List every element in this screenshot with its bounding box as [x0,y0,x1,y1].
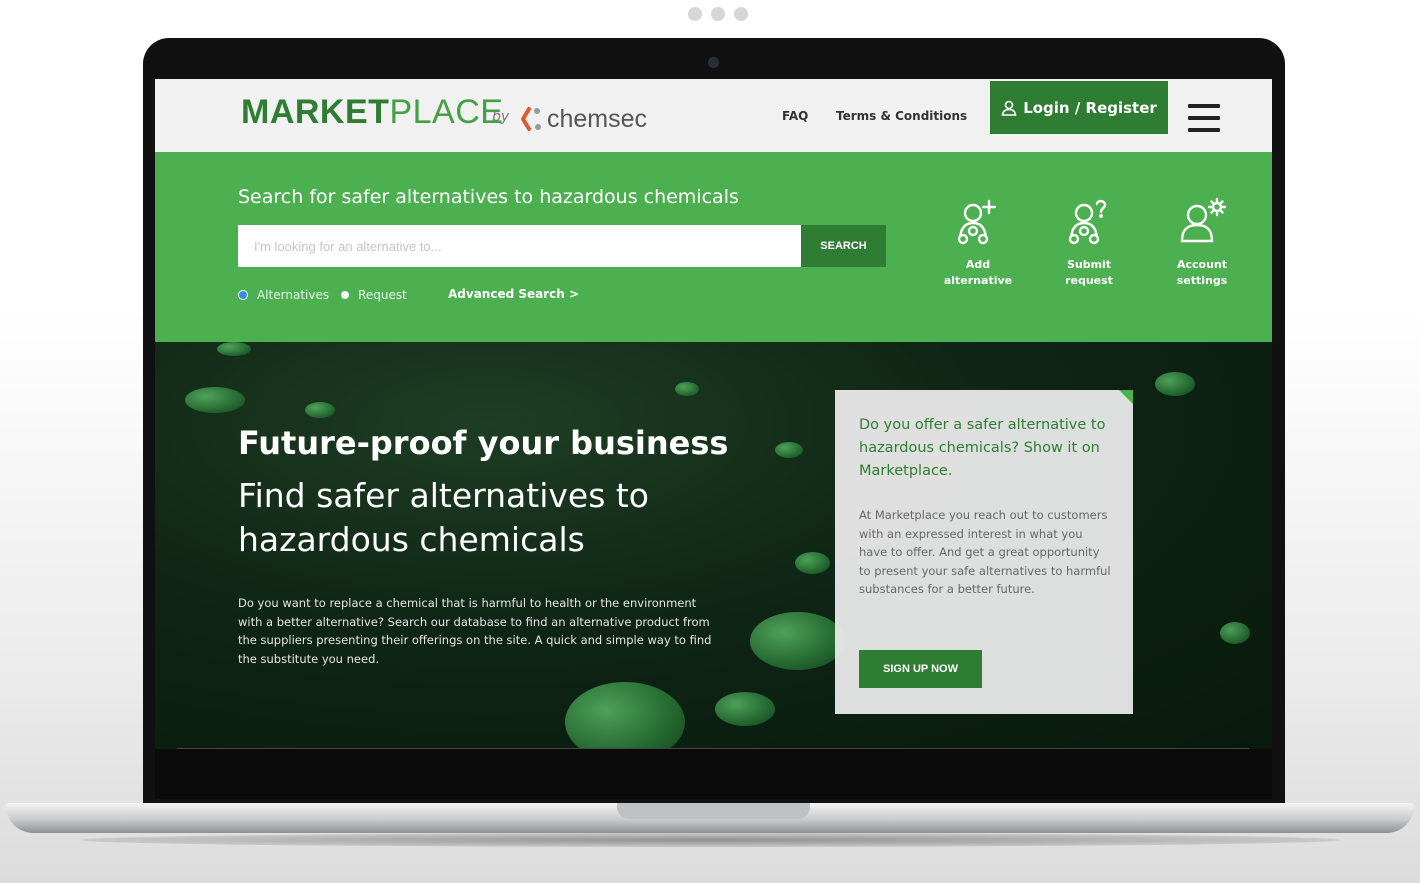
water-droplet [217,342,251,356]
radio-request-label[interactable]: Request [358,288,407,302]
water-droplet [565,682,685,749]
chemsec-logo-icon [521,107,541,131]
search-title: Search for safer alternatives to hazardo… [238,186,739,208]
card-corner-accent [1119,390,1133,404]
submit-request-line1: Submit [1066,258,1112,271]
search-type-options: Alternatives Request [238,288,407,302]
camera [708,57,719,68]
carousel-dot[interactable] [688,7,702,21]
add-alternative-action[interactable]: Add alternative [933,197,1023,289]
radio-alternatives-label[interactable]: Alternatives [257,288,329,302]
hamburger-menu-icon[interactable] [1188,104,1220,132]
settings-user-icon [1180,197,1227,243]
advanced-search-link[interactable]: Advanced Search > [448,287,579,301]
site-header: MARKETPLACE by chemsec FAQ Terms & Condi… [155,79,1272,152]
user-icon [1001,100,1017,116]
water-droplet [675,382,699,396]
screen-bezel-bottom [155,749,1272,799]
carousel-dot[interactable] [734,7,748,21]
logo-by-text: by [492,109,510,125]
supplier-card: Do you offer a safer alternative to haza… [835,390,1133,714]
card-heading: Do you offer a safer alternative to haza… [859,417,1106,479]
radio-request[interactable] [341,291,350,299]
search-input[interactable] [238,225,801,267]
water-droplet [775,442,803,458]
question-user-icon [1068,199,1107,245]
water-droplet [185,387,245,413]
radio-alternatives[interactable] [238,290,248,300]
nav-faq-link[interactable]: FAQ [782,109,808,123]
hero-section: Future-proof your business Find safer al… [155,342,1272,749]
chemsec-logo-text: chemsec [547,105,648,133]
laptop-screen: MARKETPLACE by chemsec FAQ Terms & Condi… [155,79,1272,749]
hero-description: Do you want to replace a chemical that i… [238,596,712,666]
sign-up-button[interactable]: SIGN UP NOW [859,650,982,688]
marketplace-logo[interactable]: MARKETPLACE [241,93,503,132]
water-droplet [305,402,335,418]
water-droplet [750,612,845,670]
water-droplet [1155,372,1195,396]
login-register-label: Login / Register [1023,98,1157,117]
account-settings-line2: settings [1176,274,1228,287]
account-settings-line1: Account [1176,258,1228,271]
laptop-notch [617,803,810,819]
hero-subtitle: Find safer alternatives to hazardous che… [238,476,650,559]
water-droplet [795,552,830,574]
add-alternative-line2: alternative [943,274,1013,287]
divider [177,748,1249,749]
water-droplet [715,692,775,726]
add-alternative-line1: Add [965,258,991,271]
nav-terms-link[interactable]: Terms & Conditions [836,109,967,123]
add-user-icon [957,199,997,245]
logo-thin-text: PLACE [389,93,504,131]
hero-title: Future-proof your business [238,424,729,462]
logo-bold-text: MARKET [241,93,390,131]
card-body: At Marketplace you reach out to customer… [859,508,1111,596]
submit-request-action[interactable]: Submit request [1044,197,1134,289]
account-settings-action[interactable]: Account settings [1157,197,1247,289]
search-button[interactable]: SEARCH [801,225,886,267]
water-droplet [1220,622,1250,644]
search-band: Search for safer alternatives to hazardo… [155,152,1272,342]
laptop-shadow [80,833,1340,847]
submit-request-line2: request [1065,274,1113,287]
carousel-dots [688,7,748,21]
carousel-dot[interactable] [711,7,725,21]
login-register-button[interactable]: Login / Register [990,81,1168,134]
